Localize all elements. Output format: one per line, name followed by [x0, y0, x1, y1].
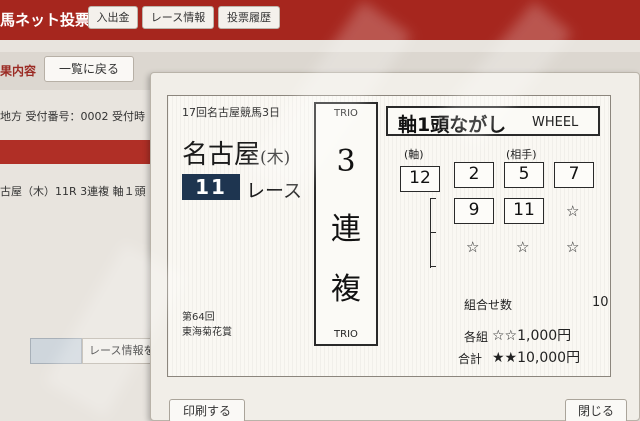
weekday: (木)	[260, 148, 291, 168]
nav-deposit-button[interactable]: 入出金	[88, 6, 138, 29]
empty-slot-star: ☆	[566, 202, 580, 220]
bet-type-char: 3	[336, 144, 356, 179]
bet-type-char: 複	[331, 272, 361, 307]
bracket-tick	[430, 266, 436, 267]
partner-horse-number: 2	[454, 162, 494, 188]
close-button[interactable]: 閉じる	[565, 399, 627, 421]
partner-horse-number: 11	[504, 198, 544, 224]
empty-slot-star: ☆	[566, 238, 580, 256]
venue-label: 名古屋	[182, 140, 261, 170]
empty-slot-star: ☆	[516, 238, 530, 256]
total-label: 合計	[458, 352, 483, 366]
bet-type-char: 連	[331, 212, 361, 247]
bet-type-en-top: TRIO	[334, 108, 358, 119]
top-navigation-bar: 馬ネット投票 入出金 レース情報 投票履歴	[0, 0, 640, 40]
bet-type-en-bottom: TRIO	[334, 329, 358, 340]
combination-count-label: 組合せ数	[464, 298, 513, 312]
venue-name: 名古屋(木)	[182, 134, 290, 171]
site-brand: 馬ネット投票	[0, 11, 91, 29]
race-number-badge: 11	[182, 174, 240, 200]
bet-ticket: 17回名古屋競馬3日 名古屋(木) 11 レース 第64回 東海菊花賞 TRIO…	[167, 95, 611, 377]
bet-method-box: 軸1頭ながし WHEEL	[386, 106, 600, 136]
race-edition: 第64回	[182, 312, 215, 323]
combination-count: 10	[592, 295, 609, 310]
bet-ticket-dialog: 17回名古屋競馬3日 名古屋(木) 11 レース 第64回 東海菊花賞 TRIO…	[150, 72, 640, 421]
partner-horse-number: 5	[504, 162, 544, 188]
back-to-list-button[interactable]: 一覧に戻る	[44, 56, 134, 82]
partner-horse-number: 9	[454, 198, 494, 224]
bet-type-box: TRIO 3 連 複 TRIO	[314, 102, 378, 346]
bracket-tick	[430, 232, 436, 233]
meeting-title: 17回名古屋競馬3日	[182, 106, 280, 119]
partner-header: (相手)	[506, 148, 537, 161]
result-strip	[0, 140, 160, 164]
axis-header: (軸)	[404, 148, 424, 161]
bet-method-en: WHEEL	[532, 115, 579, 130]
bet-method-jp: 軸1頭ながし	[398, 114, 507, 136]
receipt-info: 地方 受付番号：0002 受付時	[0, 110, 145, 123]
each-bet-amount: ☆☆1,000円	[492, 328, 572, 344]
total-amount: ★★10,000円	[492, 350, 581, 366]
race-info-thumbnail	[30, 338, 82, 364]
race-summary-line: 古屋（木）11R 3連複 軸１頭	[0, 185, 146, 198]
axis-horse-number: 12	[400, 166, 440, 192]
nav-race-info-button[interactable]: レース情報	[142, 6, 214, 29]
section-label: 果内容	[0, 64, 37, 78]
empty-slot-star: ☆	[466, 238, 480, 256]
bracket-line	[430, 198, 438, 268]
race-label: レース	[246, 180, 303, 202]
partner-horse-number: 7	[554, 162, 594, 188]
race-name: 東海菊花賞	[182, 327, 232, 338]
print-button[interactable]: 印刷する	[169, 399, 245, 421]
each-bet-label: 各組	[464, 330, 489, 344]
nav-vote-history-button[interactable]: 投票履歴	[218, 6, 280, 29]
bracket-tick	[430, 198, 436, 199]
